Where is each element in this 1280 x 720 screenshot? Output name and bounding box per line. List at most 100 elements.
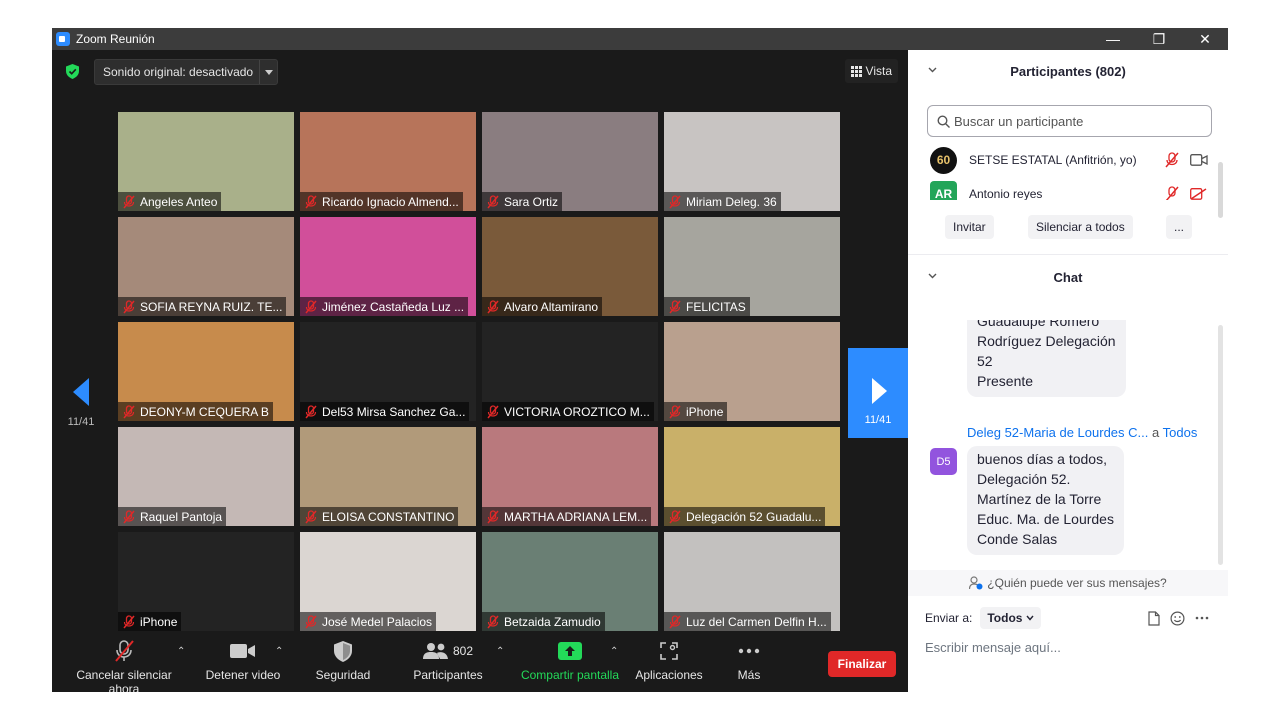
more-button[interactable]: Más [724, 634, 774, 692]
participant-video-tile[interactable]: FELICITAS [664, 217, 840, 316]
participant-name-label: Del53 Mirsa Sanchez Ga... [300, 402, 470, 421]
mic-muted-icon [305, 509, 317, 523]
chevron-down-icon[interactable] [928, 65, 937, 74]
participant-row[interactable]: AR Antonio reyes [908, 178, 1228, 200]
mic-muted-icon[interactable] [1164, 152, 1180, 168]
mic-muted-icon[interactable] [1164, 186, 1180, 200]
participants-more-button[interactable]: ... [1166, 215, 1193, 239]
next-page-button[interactable]: 11/41 [848, 348, 908, 438]
share-screen-button[interactable]: Compartir pantalla [518, 634, 622, 692]
original-sound-button[interactable]: Sonido original: desactivado [94, 59, 278, 85]
participant-video-tile[interactable]: Sara Ortiz [482, 112, 658, 211]
chat-header: Chat [908, 256, 1228, 298]
who-can-see-link[interactable]: ¿Quién puede ver sus mensajes? [908, 570, 1228, 596]
participant-video-tile[interactable]: Luz del Carmen Delfin H... [664, 532, 840, 631]
video-off-icon[interactable] [1190, 188, 1208, 200]
participant-name-label: DEONY-M CEQUERA B [118, 402, 273, 421]
participant-video-tile[interactable]: Betzaida Zamudio [482, 532, 658, 631]
participant-video-tile[interactable]: Jiménez Castañeda Luz ... [300, 217, 476, 316]
participant-name-label: Ricardo Ignacio Almend... [300, 192, 463, 211]
grid-view-icon [850, 65, 862, 77]
participant-name-label: Delegación 52 Guadalu... [664, 507, 826, 526]
participant-name: Alvaro Altamirano [504, 299, 599, 314]
chevron-up-icon[interactable]: ⌃ [610, 646, 620, 657]
participant-video-tile[interactable]: SOFIA REYNA RUIZ. TE... [118, 217, 294, 316]
search-icon [937, 114, 950, 128]
participant-row[interactable]: 60 SETSE ESTATAL (Anfitrión, yo) [908, 144, 1228, 176]
participant-name: Antonio reyes [969, 187, 1043, 200]
participant-video-tile[interactable]: Raquel Pantoja [118, 427, 294, 526]
participant-name: Del53 Mirsa Sanchez Ga... [322, 404, 466, 419]
participant-video-tile[interactable]: José Medel Palacios [300, 532, 476, 631]
participants-title: Participantes (802) [1010, 63, 1126, 79]
original-sound-label: Sonido original: desactivado [103, 65, 254, 79]
participant-video-tile[interactable]: Angeles Anteo [118, 112, 294, 211]
participant-video-tile[interactable]: iPhone [664, 322, 840, 421]
send-to-select[interactable]: Todos [980, 607, 1042, 629]
chevron-down-icon[interactable] [259, 60, 277, 84]
participant-name: DEONY-M CEQUERA B [140, 404, 269, 419]
chevron-up-icon[interactable]: ⌃ [275, 646, 285, 657]
participant-search-input[interactable]: Buscar un participante [927, 105, 1212, 137]
participant-name: José Medel Palacios [322, 614, 433, 629]
emoji-icon[interactable] [1170, 610, 1185, 626]
security-button[interactable]: Seguridad [306, 634, 380, 692]
more-icon[interactable] [1195, 616, 1209, 620]
share-screen-icon [558, 642, 582, 660]
mute-button[interactable]: Cancelar silenciar ahora [60, 634, 188, 692]
stop-video-button[interactable]: Detener video [200, 634, 286, 692]
invite-button[interactable]: Invitar [945, 215, 994, 239]
minimize-button[interactable]: — [1090, 28, 1136, 50]
mic-muted-icon [669, 299, 681, 313]
participant-name: FELICITAS [686, 299, 746, 314]
participants-label: Participantes [413, 668, 483, 682]
end-meeting-button[interactable]: Finalizar [828, 651, 896, 677]
participant-name: Angeles Anteo [140, 194, 218, 209]
mic-muted-icon [123, 299, 135, 313]
view-button[interactable]: Vista [844, 59, 898, 83]
previous-page-button[interactable]: 11/41 [60, 350, 102, 440]
video-camera-icon [230, 644, 255, 658]
shield-check-icon[interactable] [66, 64, 79, 79]
person-info-icon [969, 576, 983, 590]
mic-muted-icon [669, 509, 681, 523]
participant-video-tile[interactable]: Delegación 52 Guadalu... [664, 427, 840, 526]
chevron-up-icon[interactable]: ⌃ [496, 646, 506, 657]
apps-button[interactable]: Aplicaciones [632, 634, 706, 692]
participant-video-tile[interactable]: ELOISA CONSTANTINO [300, 427, 476, 526]
mic-muted-icon [669, 614, 681, 628]
participant-video-tile[interactable]: DEONY-M CEQUERA B [118, 322, 294, 421]
participant-video-grid: Angeles Anteo Ricardo Ignacio Almend... Sa… [118, 112, 842, 632]
chat-input-icons [1148, 608, 1218, 628]
participant-video-tile[interactable]: Del53 Mirsa Sanchez Ga... [300, 322, 476, 421]
participant-video-tile[interactable]: Alvaro Altamirano [482, 217, 658, 316]
chevron-down-icon[interactable] [928, 271, 937, 280]
avatar: 60 [930, 146, 957, 174]
video-camera-icon[interactable] [1190, 154, 1208, 166]
chevron-up-icon[interactable]: ⌃ [177, 646, 187, 657]
participant-name: Betzaida Zamudio [504, 614, 601, 629]
participant-actions: Invitar Silenciar a todos ... [908, 215, 1228, 245]
participant-video-tile[interactable]: Ricardo Ignacio Almend... [300, 112, 476, 211]
mic-muted-icon [487, 299, 499, 313]
participant-name: iPhone [686, 404, 724, 419]
participant-video-tile[interactable]: MARTHA ADRIANA LEM... [482, 427, 658, 526]
participant-video-tile[interactable]: VICTORIA OROZTICO M... [482, 322, 658, 421]
file-icon[interactable] [1148, 610, 1160, 626]
participants-button[interactable]: 802 Participantes [406, 634, 490, 692]
participant-name: Sara Ortiz [504, 194, 559, 209]
restore-button[interactable]: ❐ [1136, 28, 1182, 50]
mic-muted-icon [305, 299, 317, 313]
chat-message-input[interactable]: Escribir mensaje aquí... [925, 640, 1061, 655]
participant-list-scrollbar[interactable] [1218, 162, 1223, 218]
mute-all-button[interactable]: Silenciar a todos [1028, 215, 1133, 239]
chat-messages: Guadalupe Romero Rodríguez Delegación 52… [908, 320, 1228, 572]
chat-message-bubble: buenos días a todos, Delegación 52. Mart… [967, 446, 1124, 555]
close-button[interactable]: ✕ [1182, 28, 1228, 50]
participant-name: Raquel Pantoja [140, 509, 223, 524]
participant-video-tile[interactable]: Miriam Deleg. 36 [664, 112, 840, 211]
participant-video-tile[interactable]: iPhone [118, 532, 294, 631]
participants-header: Participantes (802) [908, 50, 1228, 92]
sender-name[interactable]: Deleg 52-Maria de Lourdes C... [967, 425, 1148, 440]
chat-scrollbar[interactable] [1218, 325, 1223, 565]
